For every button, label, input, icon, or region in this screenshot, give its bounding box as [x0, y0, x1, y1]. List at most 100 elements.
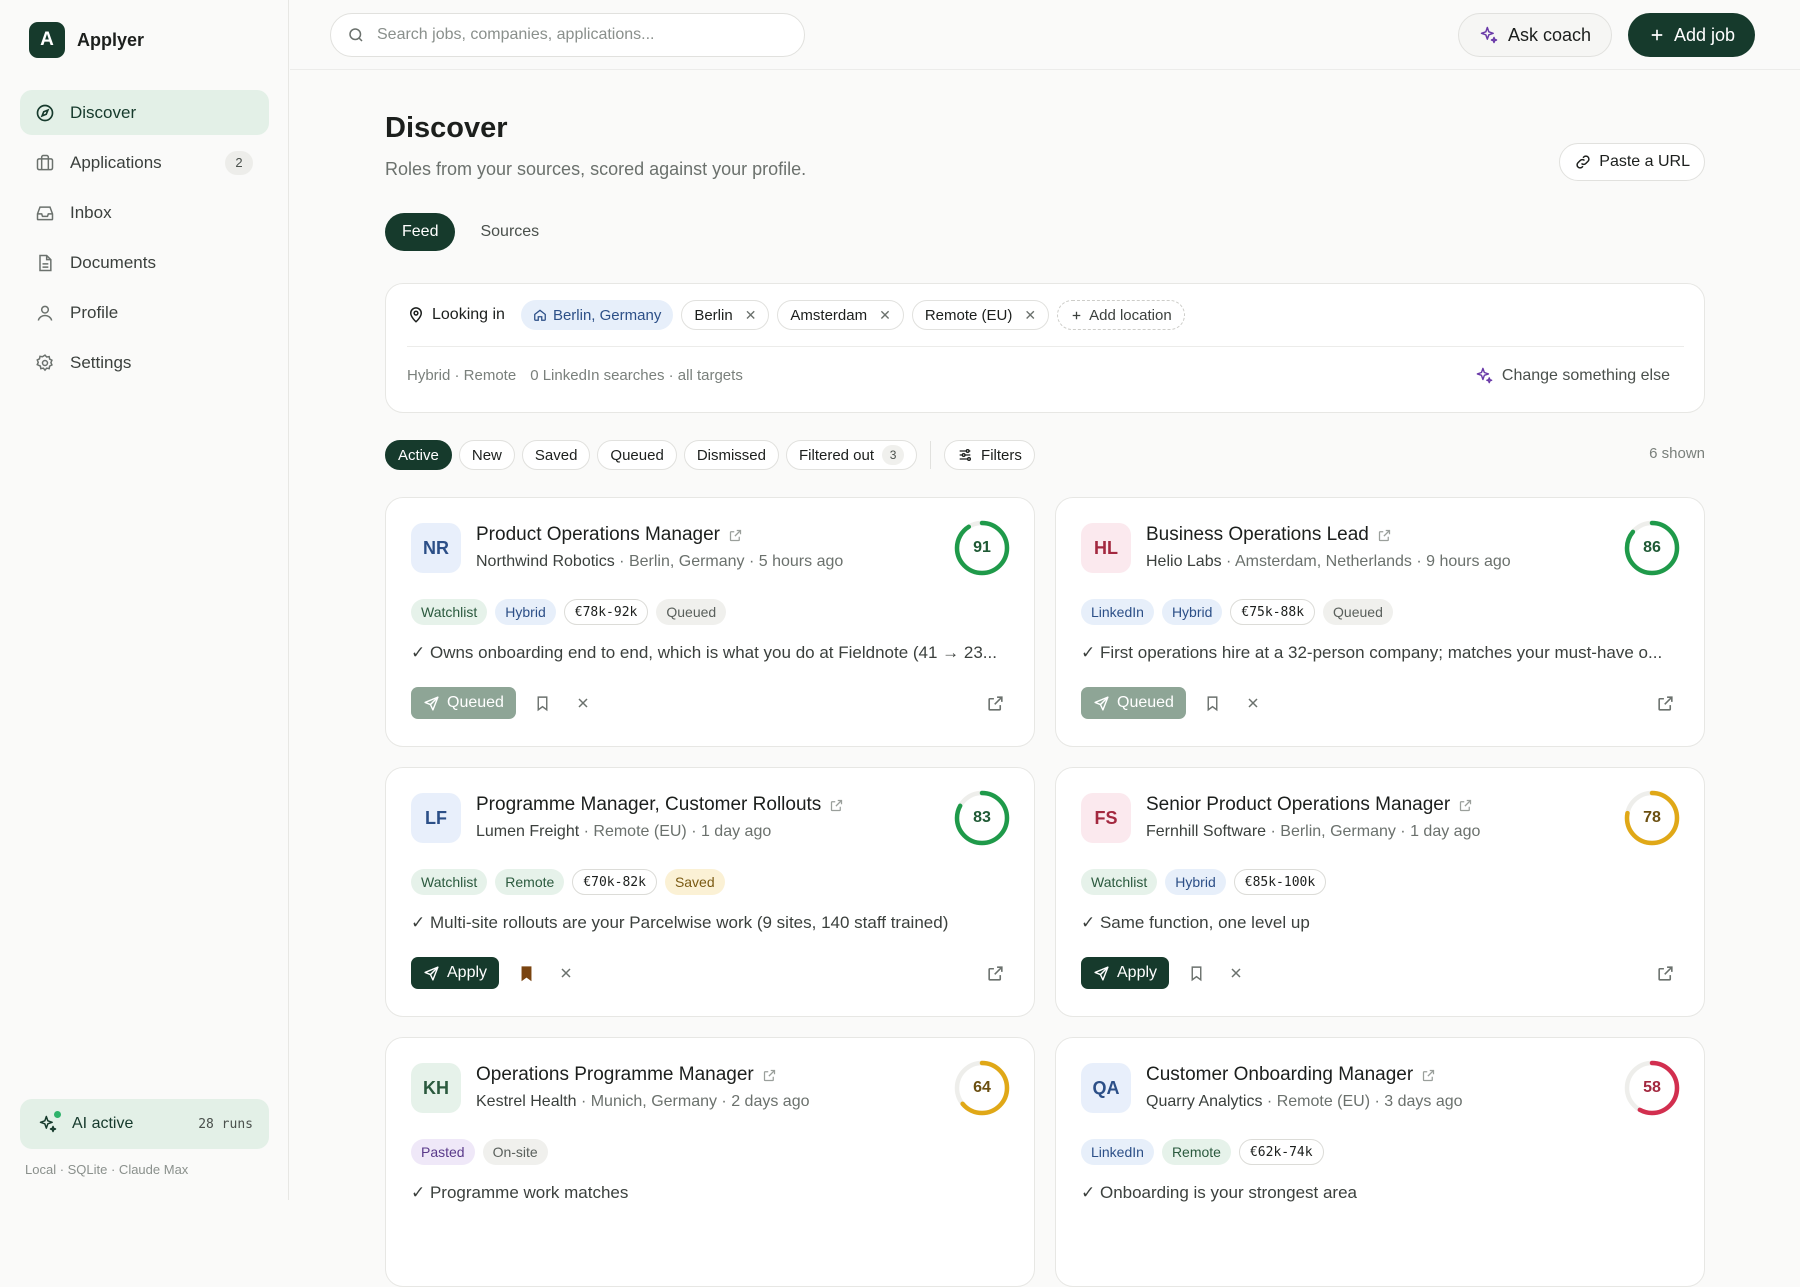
plus-icon	[1070, 309, 1083, 322]
job-meta: Lumen Freight · Remote (EU) · 1 day ago	[476, 823, 771, 841]
dismiss-icon[interactable]	[1223, 960, 1249, 986]
job-title[interactable]: Business Operations Lead	[1146, 524, 1392, 546]
apply-button[interactable]: Apply	[1081, 957, 1170, 989]
external-link-icon[interactable]	[1421, 1068, 1436, 1083]
job-card[interactable]: KH Operations Programme Manager Kestrel …	[385, 1037, 1035, 1287]
filter-new[interactable]: New	[458, 440, 515, 470]
job-title[interactable]: Product Operations Manager	[476, 524, 743, 546]
job-location-time: · Berlin, Germany · 5 hours ago	[614, 553, 844, 570]
score-value: 86	[1643, 539, 1661, 556]
filter-active[interactable]: Active	[385, 440, 452, 470]
job-actions: Apply	[411, 957, 1008, 989]
paste-url-label: Paste a URL	[1599, 153, 1690, 170]
close-icon[interactable]: ✕	[745, 307, 757, 324]
divider	[930, 441, 932, 469]
queued-button[interactable]: Queued	[411, 687, 516, 719]
location-chip[interactable]: Remote (EU) ✕	[911, 300, 1050, 330]
score-value: 64	[973, 1079, 991, 1096]
sidebar-item-profile[interactable]: Profile	[20, 290, 269, 335]
external-link-icon[interactable]	[1458, 798, 1473, 813]
location-meta: Hybrid · Remote 0 LinkedIn searches · al…	[407, 367, 743, 384]
job-meta: Helio Labs · Amsterdam, Netherlands · 9 …	[1146, 553, 1511, 571]
sidebar-item-applications[interactable]: Applications 2	[20, 140, 269, 185]
sidebar-item-discover[interactable]: Discover	[20, 90, 269, 135]
job-tag: Remote	[1161, 1139, 1231, 1165]
paste-url-button[interactable]: Paste a URL	[1559, 143, 1705, 181]
open-link-icon[interactable]	[982, 690, 1008, 716]
bookmark-icon[interactable]	[1200, 690, 1226, 716]
ai-runs-count: 28 runs	[198, 1116, 253, 1132]
external-link-icon[interactable]	[829, 798, 844, 813]
filter-dismissed[interactable]: Dismissed	[683, 440, 779, 470]
add-job-label: Add job	[1674, 24, 1736, 45]
sidebar-item-settings[interactable]: Settings	[20, 340, 269, 385]
bookmark-icon[interactable]	[513, 960, 539, 986]
filter-label: Active	[398, 446, 439, 464]
home-icon	[533, 308, 547, 322]
job-tags: Pasted On-site	[411, 1139, 548, 1165]
job-card[interactable]: HL Business Operations Lead Helio Labs ·…	[1055, 497, 1705, 747]
filter-saved[interactable]: Saved	[521, 440, 591, 470]
add-job-button[interactable]: Add job	[1628, 13, 1756, 57]
sidebar-item-inbox[interactable]: Inbox	[20, 190, 269, 235]
close-icon[interactable]: ✕	[1024, 307, 1036, 324]
sidebar: A Applyer Discover Applications 2 Inbox D…	[0, 0, 289, 1200]
job-title[interactable]: Programme Manager, Customer Rollouts	[476, 794, 844, 816]
ai-status[interactable]: AI active 28 runs	[20, 1099, 269, 1149]
open-link-icon[interactable]	[1652, 960, 1678, 986]
external-link-icon[interactable]	[762, 1068, 777, 1083]
job-location-time: · Remote (EU) · 1 day ago	[579, 823, 772, 840]
tab-sources[interactable]: Sources	[463, 213, 556, 251]
dismiss-icon[interactable]	[1240, 690, 1266, 716]
match-score: 86	[1624, 520, 1680, 576]
company-avatar: HL	[1081, 523, 1131, 573]
job-location-time: · Berlin, Germany · 1 day ago	[1266, 823, 1481, 840]
sidebar-item-documents[interactable]: Documents	[20, 240, 269, 285]
job-tag: Watchlist	[411, 869, 488, 895]
job-card[interactable]: NR Product Operations Manager Northwind …	[385, 497, 1035, 747]
job-title[interactable]: Operations Programme Manager	[476, 1064, 777, 1086]
add-location-button[interactable]: Add location	[1057, 300, 1185, 330]
job-tag: Pasted	[411, 1139, 475, 1165]
filter-queued[interactable]: Queued	[597, 440, 677, 470]
location-chip[interactable]: Berlin ✕	[681, 300, 770, 330]
company-avatar: LF	[411, 793, 461, 843]
dismiss-icon[interactable]	[553, 960, 579, 986]
job-tags: Watchlist Remote €70k-82k Saved	[411, 869, 725, 895]
job-title-text: Operations Programme Manager	[476, 1064, 754, 1085]
job-card[interactable]: QA Customer Onboarding Manager Quarry An…	[1055, 1037, 1705, 1287]
job-title[interactable]: Senior Product Operations Manager	[1146, 794, 1473, 816]
bookmark-icon[interactable]	[1183, 960, 1209, 986]
inbox-icon	[34, 202, 56, 224]
open-link-icon[interactable]	[982, 960, 1008, 986]
queued-button[interactable]: Queued	[1081, 687, 1186, 719]
action-label: Apply	[1117, 964, 1158, 981]
match-reason: ✓ Programme work matches	[411, 1183, 629, 1202]
filter-label: Filtered out	[799, 446, 875, 464]
tab-feed[interactable]: Feed	[385, 213, 456, 251]
send-icon	[423, 965, 440, 982]
location-chip[interactable]: Amsterdam ✕	[777, 300, 904, 330]
ask-coach-button[interactable]: Ask coach	[1458, 13, 1613, 57]
score-value: 91	[973, 539, 991, 556]
external-link-icon[interactable]	[728, 528, 743, 543]
bookmark-icon[interactable]	[530, 690, 556, 716]
open-link-icon[interactable]	[1652, 690, 1678, 716]
change-something-button[interactable]: Change something else	[1475, 366, 1670, 385]
company-name: Lumen Freight	[476, 823, 580, 840]
home-location-chip[interactable]: Berlin, Germany	[520, 300, 674, 330]
looking-in-label: Looking in	[407, 306, 505, 324]
apply-button[interactable]: Apply	[411, 957, 500, 989]
filters-button[interactable]: Filters	[944, 440, 1035, 470]
brand[interactable]: A Applyer	[29, 22, 144, 58]
dismiss-icon[interactable]	[570, 690, 596, 716]
close-icon[interactable]: ✕	[879, 307, 891, 324]
job-card[interactable]: LF Programme Manager, Customer Rollouts …	[385, 767, 1035, 1017]
compass-icon	[34, 102, 56, 124]
job-title[interactable]: Customer Onboarding Manager	[1146, 1064, 1436, 1086]
search-input[interactable]: Search jobs, companies, applications...	[330, 13, 805, 57]
external-link-icon[interactable]	[1377, 528, 1392, 543]
company-name: Fernhill Software	[1146, 823, 1267, 840]
filter-filtered-out[interactable]: Filtered out 3	[786, 440, 918, 470]
job-card[interactable]: FS Senior Product Operations Manager Fer…	[1055, 767, 1705, 1017]
